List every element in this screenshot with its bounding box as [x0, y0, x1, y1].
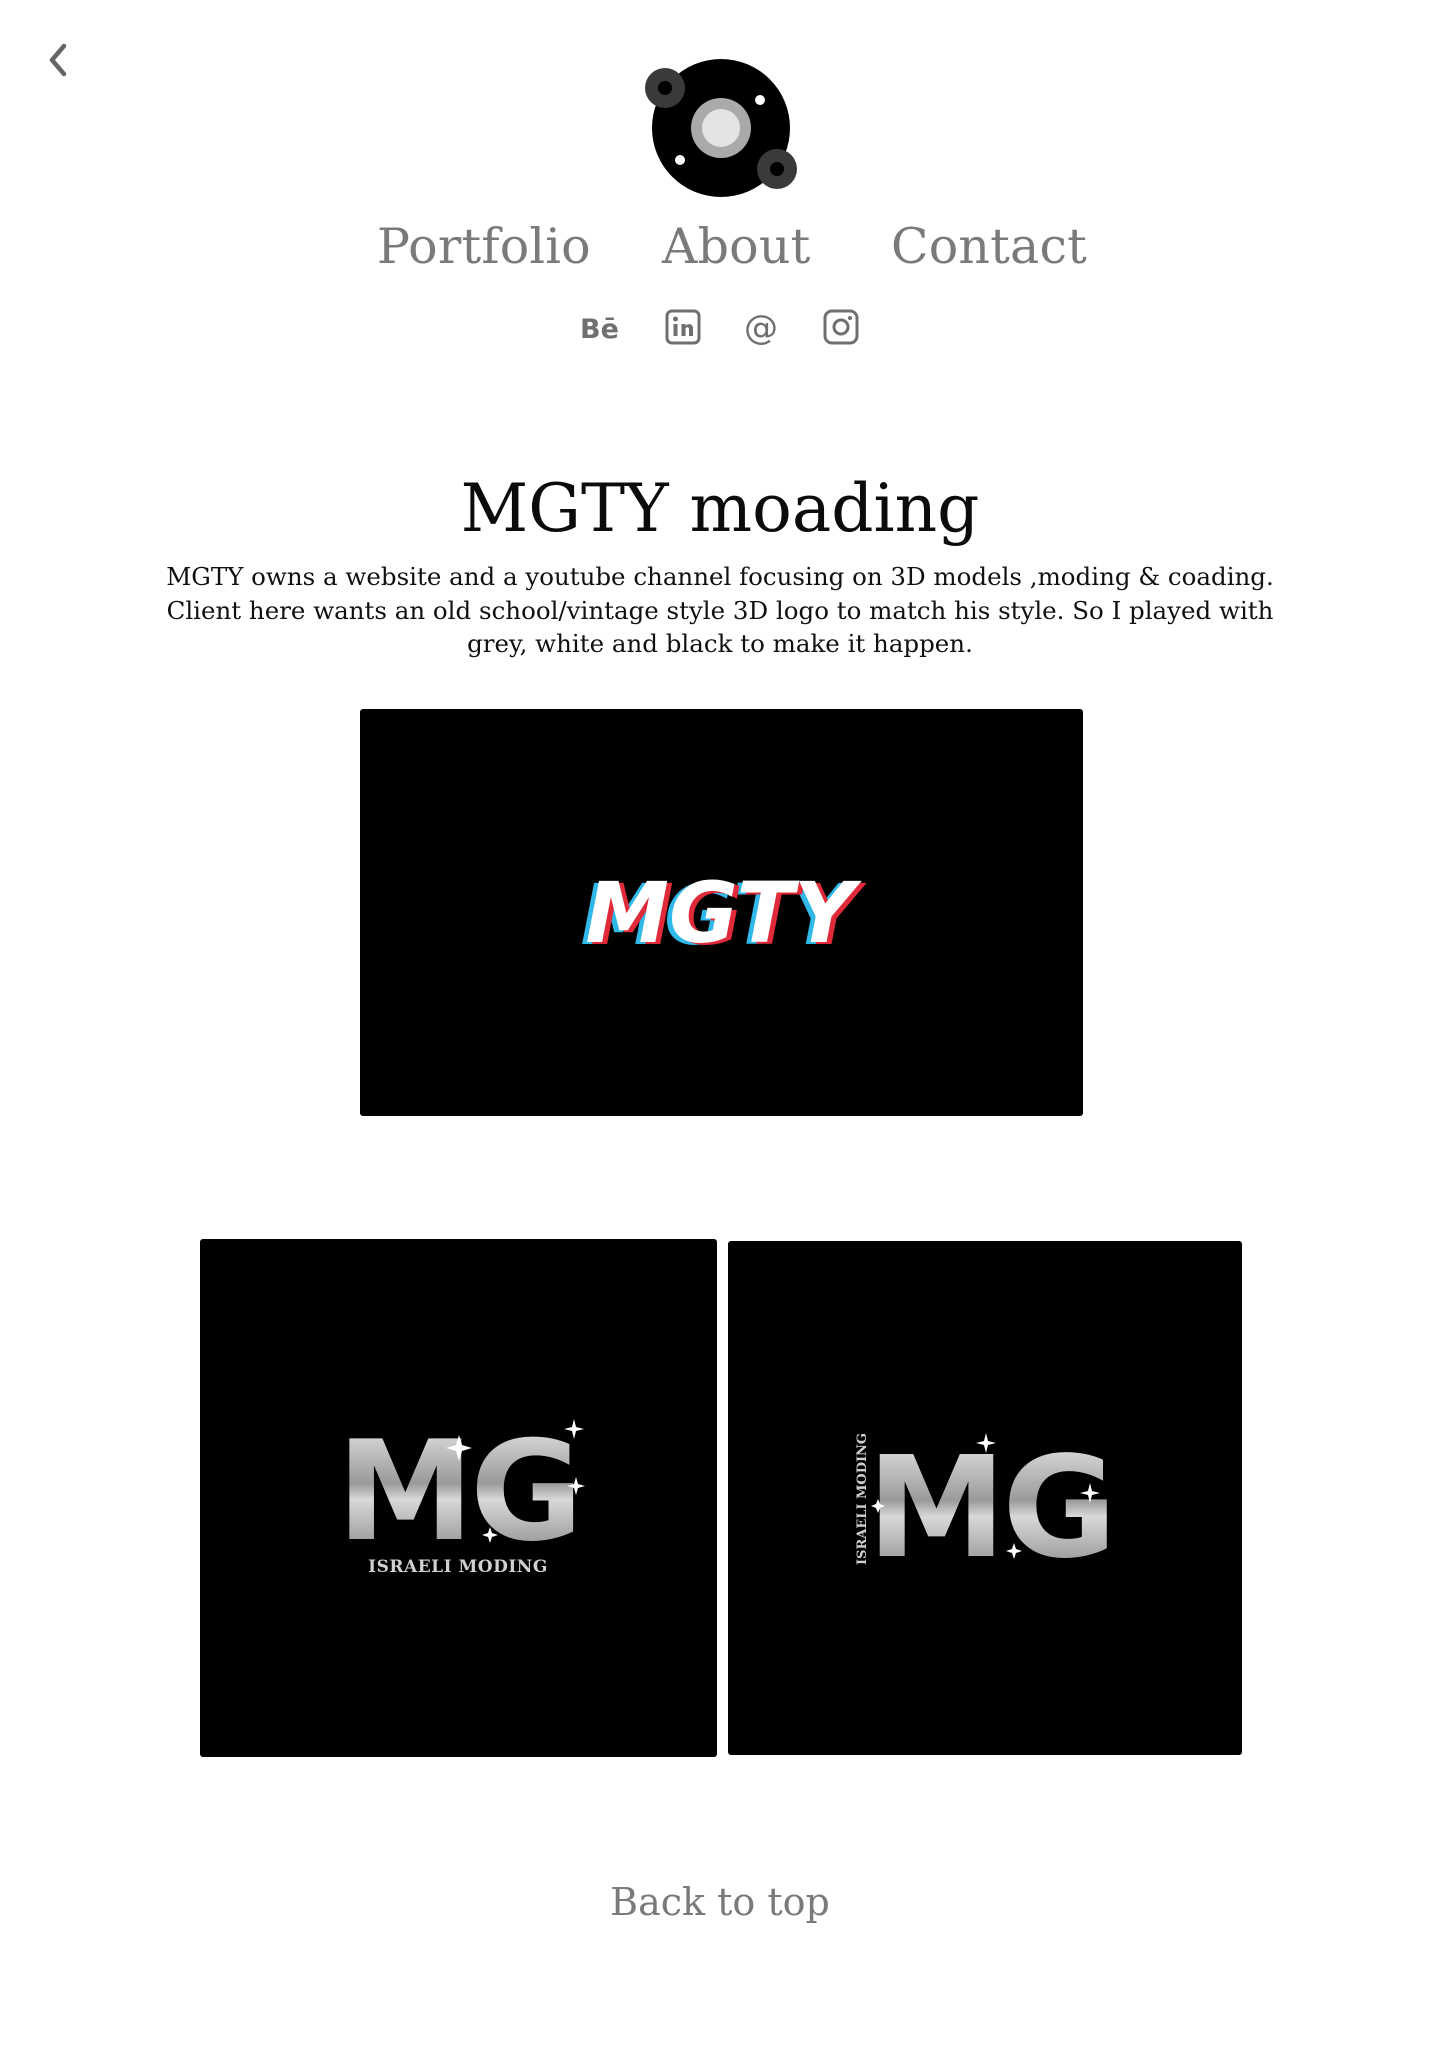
- svg-text:ISRAELI MODING: ISRAELI MODING: [855, 1433, 870, 1565]
- nav-contact[interactable]: Contact: [891, 218, 1087, 275]
- email-link[interactable]: @: [739, 305, 783, 349]
- project-image-left[interactable]: MG ISRAELI MODING: [200, 1239, 717, 1757]
- project-image-right[interactable]: MG ISRAELI MODING: [728, 1241, 1242, 1755]
- svg-text:MG: MG: [867, 1427, 1113, 1590]
- mg-logo-image-horizontal: MG ISRAELI MODING: [337, 1411, 585, 1577]
- chevron-left-icon: [49, 43, 67, 77]
- project-title: MGTY moading: [460, 470, 980, 547]
- nav-portfolio[interactable]: Portfolio: [377, 218, 591, 275]
- project-image-main[interactable]: MGTY MGTY MGTY: [360, 709, 1083, 1116]
- social-links: Bē @: [0, 305, 1440, 355]
- back-button[interactable]: [38, 40, 78, 80]
- linkedin-icon: [665, 309, 701, 345]
- instagram-icon: [823, 309, 859, 345]
- nav-about[interactable]: About: [662, 218, 811, 275]
- svg-text:ISRAELI MODING: ISRAELI MODING: [368, 1557, 548, 1577]
- mg-logo-image-vertical: MG ISRAELI MODING: [855, 1427, 1117, 1590]
- mgty-logo-image: MGTY MGTY MGTY: [580, 864, 866, 964]
- project-description: MGTY owns a website and a youtube channe…: [166, 562, 1274, 658]
- email-at-icon: @: [744, 308, 778, 347]
- behance-icon: Bē: [580, 314, 619, 345]
- site-logo[interactable]: [645, 55, 805, 205]
- vinyl-disc-logo-icon: [645, 59, 797, 197]
- svg-text:@: @: [744, 308, 778, 347]
- instagram-link[interactable]: [819, 305, 863, 349]
- linkedin-link[interactable]: [661, 305, 705, 349]
- main-nav: Portfolio About Contact: [0, 218, 1440, 288]
- svg-text:Bē: Bē: [580, 314, 619, 345]
- back-to-top-link[interactable]: Back to top: [0, 1880, 1440, 1924]
- svg-text:MGTY: MGTY: [585, 864, 861, 962]
- behance-link[interactable]: Bē: [578, 305, 622, 349]
- svg-text:MG: MG: [337, 1411, 580, 1572]
